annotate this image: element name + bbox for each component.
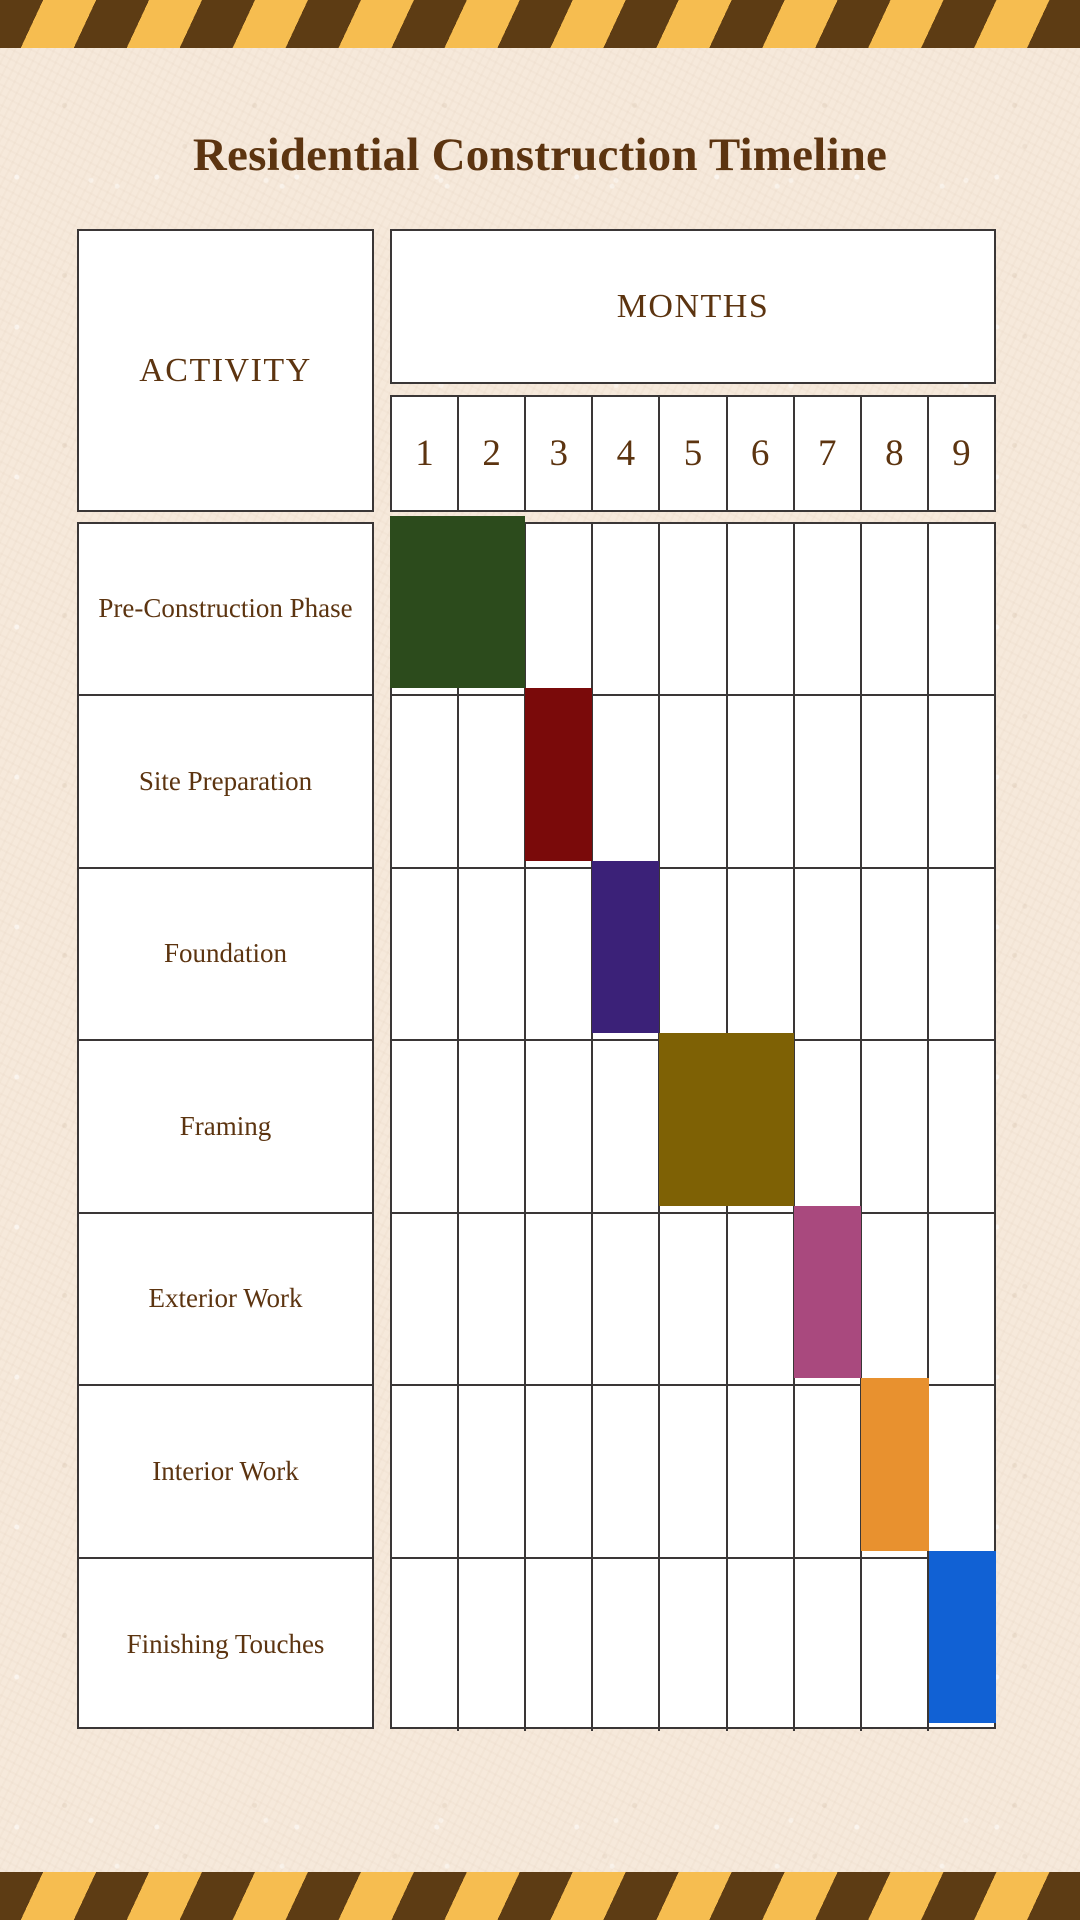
month-header-cell: 7 — [795, 397, 862, 510]
timeline-cell[interactable] — [526, 868, 594, 1040]
timeline-cell[interactable] — [795, 1558, 862, 1731]
activity-label-cell: Site Preparation — [79, 696, 372, 869]
timeline-cell[interactable] — [459, 1213, 527, 1385]
timeline-cell[interactable] — [862, 1558, 929, 1731]
timeline-cell[interactable] — [728, 1558, 795, 1731]
timeline-row — [392, 868, 994, 1042]
timeline-cell[interactable] — [526, 524, 594, 695]
timeline-cell[interactable] — [795, 868, 862, 1040]
timeline-cell[interactable] — [392, 1213, 460, 1385]
month-header-cell: 8 — [862, 397, 929, 510]
timeline-cell[interactable] — [660, 524, 728, 695]
month-header-cell: 6 — [728, 397, 795, 510]
timeline-cell[interactable] — [459, 1386, 527, 1557]
timeline-cell[interactable] — [795, 1386, 862, 1557]
activity-label-cell: Finishing Touches — [126, 1628, 325, 1659]
timeline-cell[interactable] — [526, 1558, 594, 1731]
timeline-cell[interactable] — [929, 869, 994, 1039]
timeline-cell[interactable] — [526, 1213, 594, 1385]
timeline-cell[interactable] — [728, 1041, 795, 1212]
activity-label-cell: Exterior Work — [79, 1214, 372, 1387]
timeline-cell[interactable] — [795, 1041, 862, 1212]
timeline-row — [392, 1558, 994, 1731]
timeline-cell[interactable] — [862, 1213, 929, 1385]
timeline-cell[interactable] — [728, 696, 795, 867]
month-header-cell: 2 — [459, 397, 527, 510]
timeline-cell[interactable] — [660, 868, 728, 1040]
months-column-header: MONTHS — [390, 229, 996, 384]
timeline-cell[interactable] — [459, 524, 527, 695]
timeline-cell[interactable] — [526, 1041, 594, 1212]
gantt-chart: ACTIVITY MONTHS 123456789 Pre-Constructi… — [77, 229, 996, 1731]
timeline-cell[interactable] — [728, 1386, 795, 1557]
month-header-cell: 3 — [526, 397, 594, 510]
timeline-cell[interactable] — [929, 1386, 994, 1556]
timeline-cell[interactable] — [593, 1041, 661, 1212]
timeline-cell[interactable] — [593, 524, 661, 695]
months-header-label: MONTHS — [616, 287, 770, 325]
timeline-cell[interactable] — [459, 1041, 527, 1212]
timeline-cell[interactable] — [929, 1559, 994, 1731]
timeline-cell[interactable] — [526, 696, 594, 867]
timeline-cell[interactable] — [526, 1386, 594, 1557]
timeline-cell[interactable] — [728, 1213, 795, 1385]
timeline-cell[interactable] — [929, 1041, 994, 1211]
timeline-row — [392, 1041, 994, 1214]
timeline-cell[interactable] — [862, 524, 929, 695]
timeline-row — [392, 696, 994, 869]
timeline-cell[interactable] — [593, 1213, 661, 1385]
timeline-cell[interactable] — [862, 1386, 929, 1557]
month-number-row: 123456789 — [390, 395, 996, 512]
timeline-cell[interactable] — [929, 524, 994, 694]
activity-label-cell: Interior Work — [79, 1386, 372, 1559]
timeline-cell[interactable] — [392, 1386, 460, 1557]
timeline-cell[interactable] — [862, 868, 929, 1040]
month-header-cell: 9 — [952, 433, 971, 474]
timeline-cell[interactable] — [459, 1558, 527, 1731]
timeline-cell[interactable] — [660, 1213, 728, 1385]
caution-stripe-bottom — [0, 1872, 1080, 1920]
timeline-cell[interactable] — [660, 1386, 728, 1557]
timeline-cell[interactable] — [392, 1558, 460, 1731]
timeline-cell[interactable] — [660, 1041, 728, 1212]
timeline-cell[interactable] — [660, 1558, 728, 1731]
timeline-cell[interactable] — [795, 1213, 862, 1385]
timeline-row — [392, 524, 994, 697]
timeline-cell[interactable] — [795, 696, 862, 867]
timeline-row — [392, 1386, 994, 1559]
timeline-cell[interactable] — [392, 524, 460, 695]
timeline-row — [392, 1213, 994, 1387]
timeline-cell[interactable] — [929, 1214, 994, 1384]
timeline-cell[interactable] — [862, 1041, 929, 1212]
month-header-cell: 5 — [660, 397, 728, 510]
timeline-cell[interactable] — [929, 696, 994, 866]
caution-stripe-pattern — [0, 0, 1080, 48]
caution-stripe-pattern — [0, 1872, 1080, 1920]
month-header-cell: 4 — [593, 397, 661, 510]
timeline-cell[interactable] — [862, 696, 929, 867]
timeline-cell[interactable] — [593, 1386, 661, 1557]
timeline-cell[interactable] — [459, 868, 527, 1040]
timeline-cell[interactable] — [392, 696, 460, 867]
timeline-cell[interactable] — [795, 524, 862, 695]
timeline-cell[interactable] — [593, 868, 661, 1040]
timeline-cell[interactable] — [392, 1041, 460, 1212]
timeline-cell[interactable] — [728, 868, 795, 1040]
timeline-cell[interactable] — [392, 868, 460, 1040]
activity-column-header: ACTIVITY — [77, 229, 374, 512]
activity-label-cell: Foundation — [79, 869, 372, 1042]
timeline-cell[interactable] — [593, 1558, 661, 1731]
activity-label-cell: Framing — [79, 1041, 372, 1214]
activity-label-cell: Pre-Construction Phase — [79, 524, 372, 697]
timeline-grid — [390, 522, 996, 1731]
activity-header-label: ACTIVITY — [139, 351, 312, 389]
activity-label-column: Pre-Construction Phase Site Preparation Fo… — [77, 522, 374, 1729]
month-header-cell: 1 — [392, 397, 460, 510]
timeline-cell[interactable] — [660, 696, 728, 867]
timeline-cell[interactable] — [593, 696, 661, 867]
caution-stripe-top — [0, 0, 1080, 48]
timeline-cell[interactable] — [728, 524, 795, 695]
page-title: Residential Construction Timeline — [192, 129, 888, 182]
timeline-cell[interactable] — [459, 696, 527, 867]
